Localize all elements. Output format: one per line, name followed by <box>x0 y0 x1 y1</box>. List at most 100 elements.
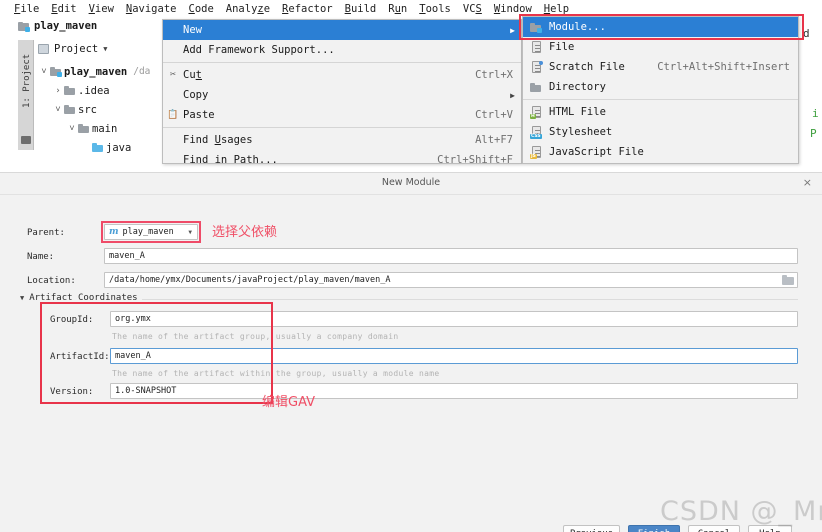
submenu-item-typescript-file[interactable]: TSTypeScript File <box>523 162 798 163</box>
module-icon <box>530 21 543 34</box>
ide-background: File Edit View Navigate Code Analyze Refactor B… <box>0 0 822 170</box>
artifactid-hint: The name of the artifact within the grou… <box>112 369 440 378</box>
menu-item-refactor[interactable]: Refactor <box>276 1 339 17</box>
submenu-item-module[interactable]: Module... <box>523 17 798 37</box>
submenu-item-directory[interactable]: Directory <box>523 77 798 97</box>
context-menu-item-label: Find Usages <box>183 134 253 146</box>
project-tree[interactable]: ˅ play_maven/da › .idea ˅ src ˅ main java <box>38 62 168 157</box>
artifact-coordinates-header[interactable]: ▼ Artifact Coordinates <box>20 293 138 303</box>
submenu-item-label: Scratch File <box>549 61 625 73</box>
menu-item-navigate[interactable]: Navigate <box>120 1 183 17</box>
context-menu-item-find-in-path[interactable]: Find in Path... Ctrl+Shift+F <box>163 150 521 163</box>
project-title: play_maven <box>34 20 98 32</box>
submenu-item-javascript-file[interactable]: JS JavaScript File <box>523 142 798 162</box>
parent-combobox-value: play_maven <box>122 227 174 237</box>
html-file-icon: H <box>530 106 543 119</box>
menu-item-analyze[interactable]: Analyze <box>220 1 276 17</box>
project-strip-icon <box>21 136 31 144</box>
finish-button[interactable]: Finish <box>628 525 680 532</box>
submenu-item-file[interactable]: File <box>523 37 798 57</box>
name-label: Name: <box>27 252 55 262</box>
project-tool-header[interactable]: Project ▼ <box>38 43 107 55</box>
version-input[interactable]: 1.0-SNAPSHOT <box>110 383 798 399</box>
tree-node-label: java <box>106 141 132 154</box>
tree-node-src[interactable]: ˅ src <box>38 100 168 119</box>
context-menu-item-paste[interactable]: 📋 Paste Ctrl+V <box>163 105 521 125</box>
context-menu-item-label: New <box>183 24 202 36</box>
tree-node-playmaven[interactable]: ˅ play_maven/da <box>38 62 168 81</box>
context-menu-item-shortcut: Ctrl+V <box>475 109 513 121</box>
context-menu-item-label: Copy <box>183 89 209 101</box>
submenu-item-label: Directory <box>549 81 606 93</box>
menu-item-tools[interactable]: Tools <box>413 1 457 17</box>
parent-combobox[interactable]: m play_maven ▼ <box>104 224 198 240</box>
menu-item-code[interactable]: Code <box>182 1 219 17</box>
location-input[interactable]: /data/home/ymx/Documents/javaProject/pla… <box>104 272 798 288</box>
name-input[interactable]: maven_A <box>104 248 798 264</box>
menu-item-vcs[interactable]: VCS <box>457 1 488 17</box>
tree-node-idea[interactable]: › .idea <box>38 81 168 100</box>
menu-item-run[interactable]: Run <box>382 1 413 17</box>
context-menu-item-label: Cut <box>183 69 202 81</box>
context-menu[interactable]: New ▶ Add Framework Support... ✂ Cut Ctrl+X Co… <box>162 19 522 164</box>
close-icon[interactable]: × <box>803 177 812 189</box>
context-menu-item-add-framework-support[interactable]: Add Framework Support... <box>163 40 521 60</box>
submenu-item-shortcut: Ctrl+Alt+Shift+Insert <box>657 61 790 73</box>
chevron-down-icon[interactable]: ˅ <box>52 105 64 115</box>
context-menu-item-new[interactable]: New ▶ <box>163 20 521 40</box>
submenu-item-scratch-file[interactable]: Scratch File Ctrl+Alt+Shift+Insert <box>523 57 798 77</box>
folder-browse-icon[interactable] <box>782 275 794 285</box>
triangle-down-icon[interactable]: ▼ <box>20 294 24 302</box>
artifactid-input[interactable]: maven_A <box>110 348 798 364</box>
context-menu-item-shortcut: Alt+F7 <box>475 134 513 146</box>
chevron-down-icon[interactable]: ▼ <box>103 45 107 53</box>
dialog-title-bar: New Module × <box>0 173 822 195</box>
submenu-item-html-file[interactable]: H HTML File <box>523 102 798 122</box>
scratch-file-icon <box>530 61 543 74</box>
menu-item-help[interactable]: Help <box>538 1 575 17</box>
menu-item-view[interactable]: View <box>83 1 120 17</box>
context-menu-item-cut[interactable]: ✂ Cut Ctrl+X <box>163 65 521 85</box>
context-menu-item-shortcut: Ctrl+X <box>475 69 513 81</box>
chevron-down-icon[interactable]: ▼ <box>188 229 192 236</box>
section-divider <box>142 299 798 300</box>
tool-window-label-project[interactable]: 1: Project <box>22 54 32 108</box>
submenu-item-stylesheet[interactable]: CSS Stylesheet <box>523 122 798 142</box>
project-tool-label: Project <box>54 43 99 55</box>
tree-node-label: src <box>78 103 97 116</box>
directory-icon <box>530 81 543 94</box>
tree-node-label: play_maven <box>64 65 128 78</box>
submenu-item-label: HTML File <box>549 106 606 118</box>
project-view-icon <box>38 44 49 54</box>
stylesheet-icon: CSS <box>530 126 543 139</box>
context-menu-item-copy[interactable]: Copy ▶ <box>163 85 521 105</box>
artifactid-label: ArtifactId: <box>50 352 110 362</box>
folder-icon <box>64 105 75 114</box>
help-button[interactable]: Help <box>748 525 792 532</box>
tool-window-strip[interactable]: 1: Project <box>18 40 34 150</box>
chevron-right-icon[interactable]: › <box>52 86 64 96</box>
context-menu-item-find-usages[interactable]: Find Usages Alt+F7 <box>163 130 521 150</box>
editor-text-d: d <box>803 27 810 40</box>
cancel-button[interactable]: Cancel <box>688 525 740 532</box>
tree-node-java[interactable]: java <box>38 138 168 157</box>
menu-separator <box>523 99 798 100</box>
module-folder-icon <box>50 67 62 77</box>
menu-item-edit[interactable]: Edit <box>45 1 82 17</box>
chevron-down-icon[interactable]: ˅ <box>38 67 50 77</box>
editor-text-p: P <box>810 127 817 140</box>
menu-item-file[interactable]: File <box>8 1 45 17</box>
previous-button[interactable]: Previous <box>563 525 620 532</box>
menu-item-window[interactable]: Window <box>488 1 538 17</box>
dialog-title: New Module <box>381 177 441 188</box>
module-folder-icon <box>18 21 30 32</box>
version-label: Version: <box>50 387 94 397</box>
groupid-input[interactable]: org.ymx <box>110 311 798 327</box>
tree-node-main[interactable]: ˅ main <box>38 119 168 138</box>
chevron-right-icon: ▶ <box>510 90 515 100</box>
dialog-body: Parent: m play_maven ▼ 选择父依赖 Name: maven… <box>0 195 822 532</box>
menu-item-build[interactable]: Build <box>339 1 383 17</box>
chevron-down-icon[interactable]: ˅ <box>66 124 78 134</box>
parent-label: Parent: <box>27 228 65 238</box>
new-submenu[interactable]: Module... File Scratch File Ctrl+Alt+Shift+… <box>522 16 799 164</box>
